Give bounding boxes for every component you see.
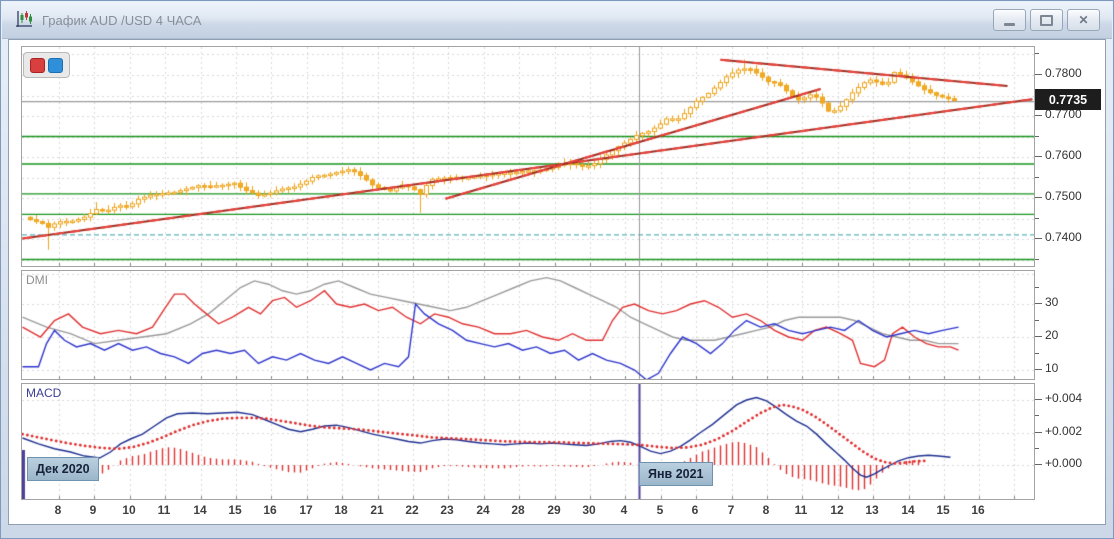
chart-style-toolbar xyxy=(23,52,70,78)
chart-window: График AUD /USD 4 ЧАСА ✕ DMI MACD 0.7735… xyxy=(0,0,1114,539)
red-style-button[interactable] xyxy=(30,58,45,73)
window-controls: ✕ xyxy=(993,9,1100,31)
candlestick-chart-icon xyxy=(14,10,34,30)
price-chart-canvas[interactable] xyxy=(21,46,1035,267)
close-icon: ✕ xyxy=(1078,14,1088,26)
restore-button[interactable] xyxy=(1030,9,1063,31)
title-bar[interactable]: График AUD /USD 4 ЧАСА ✕ xyxy=(2,2,1112,39)
dmi-indicator-canvas[interactable] xyxy=(21,270,1035,380)
current-price-badge: 0.7735 xyxy=(1035,89,1101,110)
restore-icon xyxy=(1040,15,1053,26)
window-title: График AUD /USD 4 ЧАСА xyxy=(42,13,201,28)
macd-panel-label: MACD xyxy=(26,386,61,400)
macd-indicator-canvas[interactable] xyxy=(21,383,1035,500)
close-button[interactable]: ✕ xyxy=(1067,9,1100,31)
month-badge-dec-2020: Дек 2020 xyxy=(27,457,99,481)
blue-style-button[interactable] xyxy=(48,58,63,73)
month-badge-jan-2021: Янв 2021 xyxy=(639,462,713,486)
minimize-icon xyxy=(1004,23,1015,26)
dmi-panel-label: DMI xyxy=(26,273,48,287)
minimize-button[interactable] xyxy=(993,9,1026,31)
